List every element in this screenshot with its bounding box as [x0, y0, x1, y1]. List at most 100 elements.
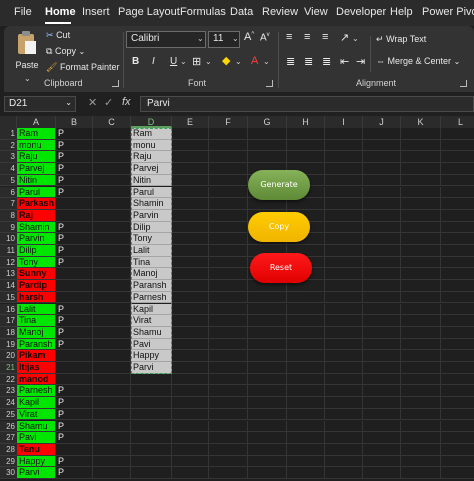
cell-l[interactable]	[441, 421, 474, 433]
cell-d[interactable]	[131, 432, 172, 444]
font-name-select[interactable]: Calibri	[126, 31, 206, 48]
cell-e[interactable]	[172, 139, 209, 152]
cell-e[interactable]	[172, 291, 209, 304]
row-header[interactable]: 25	[0, 408, 17, 421]
cell-i[interactable]	[325, 385, 363, 398]
cell-j[interactable]	[363, 280, 401, 292]
cell-l[interactable]	[441, 292, 474, 304]
cell-l[interactable]	[441, 222, 474, 234]
insert-function-icon[interactable]: fx	[122, 96, 131, 108]
cell-g[interactable]	[248, 443, 287, 456]
cell-g[interactable]	[248, 362, 287, 374]
cell-c[interactable]	[93, 268, 131, 281]
cell-b[interactable]: P	[56, 128, 93, 140]
cell-g[interactable]	[248, 350, 287, 362]
cell-f[interactable]	[209, 303, 248, 316]
cell-e[interactable]	[172, 209, 209, 222]
cell-i[interactable]	[325, 350, 363, 362]
cell-i[interactable]	[325, 432, 363, 444]
row-header[interactable]: 12	[0, 256, 17, 269]
cell-d[interactable]: Lalit	[131, 245, 172, 257]
cell-l[interactable]	[441, 456, 474, 468]
cell-h[interactable]	[287, 350, 325, 362]
cell-a[interactable]: Shamu	[17, 420, 56, 433]
column-header-e[interactable]: E	[172, 116, 209, 128]
cell-k[interactable]	[401, 373, 441, 386]
cell-i[interactable]	[325, 443, 363, 456]
cell-d[interactable]: Kapil	[131, 303, 172, 316]
cell-f[interactable]	[209, 139, 248, 152]
tab-page-layout[interactable]: Page Layout	[118, 6, 180, 18]
cell-l[interactable]	[441, 304, 474, 316]
cell-h[interactable]	[287, 467, 325, 479]
cell-b[interactable]: P	[56, 233, 93, 245]
cell-b[interactable]	[56, 268, 93, 281]
cell-j[interactable]	[363, 385, 401, 398]
cell-a[interactable]: harsh	[17, 291, 56, 304]
cell-a[interactable]: Ram	[17, 128, 56, 140]
cell-h[interactable]	[287, 139, 325, 152]
align-bottom-icon[interactable]: ≡	[322, 31, 328, 43]
align-center-icon[interactable]: ≣	[304, 55, 313, 68]
cell-e[interactable]	[172, 174, 209, 187]
cell-b[interactable]	[56, 362, 93, 374]
cell-f[interactable]	[209, 455, 248, 468]
cell-a[interactable]: Pavi	[17, 432, 56, 444]
borders-dropdown-icon[interactable]: ⌄	[205, 57, 212, 66]
cell-j[interactable]	[363, 397, 401, 409]
cell-f[interactable]	[209, 198, 248, 210]
row-header[interactable]: 8	[0, 209, 17, 222]
cell-b[interactable]	[56, 209, 93, 222]
cell-c[interactable]	[93, 338, 131, 351]
cell-k[interactable]	[401, 163, 441, 175]
cell-i[interactable]	[325, 151, 363, 164]
cell-g[interactable]	[248, 303, 287, 316]
cell-h[interactable]	[287, 397, 325, 409]
cell-d[interactable]	[131, 420, 172, 433]
cell-b[interactable]: P	[56, 338, 93, 351]
row-header[interactable]: 1	[0, 128, 17, 140]
cell-c[interactable]	[93, 256, 131, 269]
column-header-d[interactable]: D	[131, 116, 172, 128]
cell-e[interactable]	[172, 245, 209, 257]
name-box-dropdown-icon[interactable]: ⌄	[65, 98, 72, 107]
cell-f[interactable]	[209, 338, 248, 351]
cell-d[interactable]: Nitin	[131, 174, 172, 187]
tab-insert[interactable]: Insert	[82, 6, 110, 18]
cell-b[interactable]: P	[56, 174, 93, 187]
cell-l[interactable]	[441, 444, 474, 456]
cell-a[interactable]: Lalit	[17, 303, 56, 316]
cell-f[interactable]	[209, 385, 248, 398]
cell-i[interactable]	[325, 338, 363, 351]
cell-h[interactable]	[287, 303, 325, 316]
cell-f[interactable]	[209, 128, 248, 140]
column-header-f[interactable]: F	[209, 116, 248, 128]
cell-l[interactable]	[441, 268, 474, 281]
row-header[interactable]: 16	[0, 303, 17, 316]
cell-i[interactable]	[325, 268, 363, 281]
row-header[interactable]: 30	[0, 467, 17, 479]
cell-d[interactable]: Parul	[131, 186, 172, 199]
column-header-h[interactable]: H	[287, 116, 325, 128]
cell-d[interactable]	[131, 455, 172, 468]
tab-formulas[interactable]: Formulas	[180, 6, 226, 18]
cell-i[interactable]	[325, 397, 363, 409]
cell-e[interactable]	[172, 420, 209, 433]
cell-b[interactable]: P	[56, 139, 93, 152]
cell-b[interactable]	[56, 291, 93, 304]
cell-a[interactable]: Dilip	[17, 245, 56, 257]
cell-k[interactable]	[401, 397, 441, 409]
reset-button[interactable]: Reset	[250, 253, 312, 283]
cell-l[interactable]	[441, 327, 474, 339]
cell-a[interactable]: Pardip	[17, 280, 56, 292]
cell-i[interactable]	[325, 280, 363, 292]
cell-f[interactable]	[209, 221, 248, 234]
cell-c[interactable]	[93, 163, 131, 175]
cell-d[interactable]: Dilip	[131, 221, 172, 234]
cell-b[interactable]: P	[56, 163, 93, 175]
bold-button[interactable]: B	[132, 56, 139, 67]
cell-c[interactable]	[93, 373, 131, 386]
cell-e[interactable]	[172, 338, 209, 351]
cell-e[interactable]	[172, 303, 209, 316]
cell-d[interactable]	[131, 443, 172, 456]
